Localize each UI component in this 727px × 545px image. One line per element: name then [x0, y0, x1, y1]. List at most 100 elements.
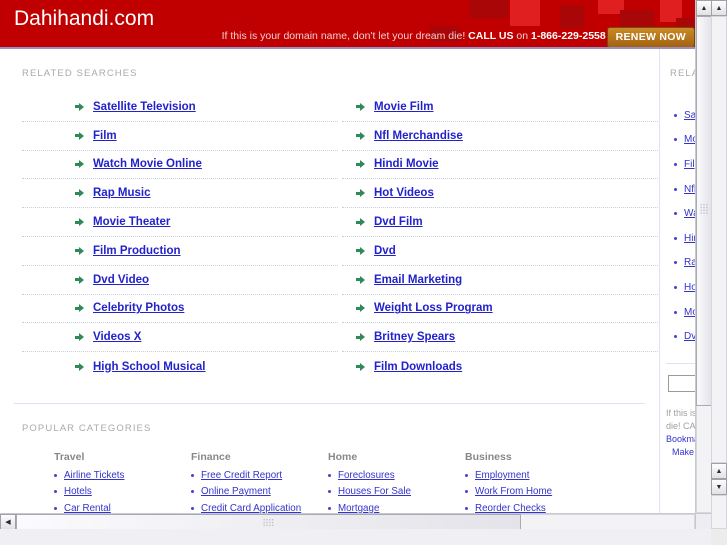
related-search-row[interactable]: Celebrity Photos	[22, 295, 338, 324]
related-search-link[interactable]: Film Production	[93, 245, 181, 257]
popular-categories-section: POPULAR CATEGORIES Travel Airline Ticket…	[14, 402, 645, 529]
related-search-link[interactable]: Satellite Television	[93, 101, 196, 113]
dot-bullet-icon	[191, 506, 194, 510]
category-item[interactable]: Free Credit Report	[191, 470, 328, 481]
related-searches-label: RELATED SEARCHES	[22, 68, 138, 79]
dot-bullet-icon	[674, 310, 677, 314]
related-search-link[interactable]: Hot Videos	[374, 187, 434, 199]
related-search-row[interactable]: Hot Videos	[342, 179, 658, 209]
related-search-row[interactable]: Film Production	[22, 237, 338, 266]
related-search-row[interactable]: Rap Music	[22, 179, 338, 209]
related-search-row[interactable]: Movie Theater	[22, 208, 338, 237]
category-link[interactable]: Free Credit Report	[201, 470, 282, 481]
related-searches-right-column: Movie Film Nfl Merchandise Hindi Movie H…	[342, 93, 658, 381]
related-search-row[interactable]: Dvd Video	[22, 266, 338, 295]
related-search-row[interactable]: Film Downloads	[342, 352, 658, 381]
page-content: Dahihandi.com If this is your domain nam…	[0, 0, 711, 529]
related-search-link[interactable]: Weight Loss Program	[374, 302, 493, 314]
related-search-link[interactable]: Film	[93, 130, 117, 142]
related-searches-grid: Satellite Television Film Watch Movie On…	[0, 79, 659, 381]
related-search-link[interactable]: Rap Music	[93, 187, 151, 199]
window-horizontal-scrollbar[interactable]	[0, 529, 727, 545]
dot-bullet-icon	[674, 138, 677, 142]
dot-bullet-icon	[465, 506, 468, 510]
related-search-link[interactable]: Movie Film	[374, 101, 433, 113]
window-scroll-down-button[interactable]: ▼	[711, 479, 727, 495]
browser-viewport: Dahihandi.com If this is your domain nam…	[0, 0, 727, 545]
category-link[interactable]: Airline Tickets	[64, 470, 124, 481]
related-search-link[interactable]: High School Musical	[93, 361, 205, 373]
related-search-link[interactable]: Britney Spears	[374, 331, 455, 343]
related-search-link[interactable]: Nfl Merchandise	[374, 130, 463, 142]
related-search-link[interactable]: Videos X	[93, 331, 141, 343]
related-search-row[interactable]: High School Musical	[22, 352, 338, 381]
related-search-row[interactable]: Nfl Merchandise	[342, 122, 658, 151]
category-link[interactable]: Work From Home	[475, 486, 552, 497]
dot-bullet-icon	[54, 473, 57, 477]
related-search-link[interactable]: Dvd	[374, 245, 396, 257]
pitch-text: If this is your domain name, don't let y…	[221, 30, 466, 42]
related-search-row[interactable]: Hindi Movie	[342, 151, 658, 180]
related-search-row[interactable]: Satellite Television	[22, 93, 338, 122]
sidebar-link[interactable]: Fil	[684, 159, 695, 170]
content-horizontal-scrollbar[interactable]: ◀ ▶	[0, 513, 711, 529]
category-link[interactable]: Foreclosures	[338, 470, 395, 481]
renew-now-button[interactable]: RENEW NOW	[606, 27, 695, 47]
scroll-left-button[interactable]: ◀	[0, 514, 16, 529]
dot-bullet-icon	[465, 473, 468, 477]
dot-bullet-icon	[54, 490, 57, 494]
category-link[interactable]: Houses For Sale	[338, 486, 411, 497]
related-search-row[interactable]: Britney Spears	[342, 323, 658, 353]
category-item[interactable]: Airline Tickets	[54, 470, 191, 481]
related-search-link[interactable]: Dvd Video	[93, 274, 149, 286]
category-item[interactable]: Online Payment	[191, 486, 328, 497]
category-item[interactable]: Foreclosures	[328, 470, 465, 481]
dot-bullet-icon	[674, 113, 677, 117]
dot-bullet-icon	[465, 490, 468, 494]
window-vertical-track-lower[interactable]	[711, 495, 727, 529]
window-scroll-up-button-2[interactable]: ▲	[711, 463, 727, 479]
related-search-link[interactable]: Dvd Film	[374, 216, 423, 228]
window-scroll-up-button[interactable]: ▲	[711, 0, 727, 16]
category-item[interactable]: Work From Home	[465, 486, 602, 497]
related-search-row[interactable]: Dvd Film	[342, 208, 658, 237]
dot-bullet-icon	[674, 261, 677, 265]
category-link[interactable]: Hotels	[64, 486, 92, 497]
window-vertical-track[interactable]	[711, 16, 727, 463]
arrow-bullet-icon	[75, 102, 84, 111]
window-horizontal-track[interactable]	[0, 529, 711, 545]
category-link[interactable]: Employment	[475, 470, 529, 481]
arrow-bullet-icon	[75, 246, 84, 255]
related-search-link[interactable]: Watch Movie Online	[93, 158, 202, 170]
related-search-row[interactable]: Videos X	[22, 323, 338, 353]
scroll-up-button[interactable]: ▲	[696, 0, 711, 16]
arrow-bullet-icon	[75, 131, 84, 140]
arrow-bullet-icon	[75, 189, 84, 198]
body-columns: RELATED SEARCHES Satellite Television Fi…	[0, 49, 711, 529]
category-item[interactable]: Houses For Sale	[328, 486, 465, 497]
content-vertical-scrollbar[interactable]: ▲ ▼	[695, 0, 711, 529]
arrow-bullet-icon	[75, 275, 84, 284]
related-search-link[interactable]: Film Downloads	[374, 361, 462, 373]
related-search-link[interactable]: Celebrity Photos	[93, 302, 184, 314]
arrow-bullet-icon	[356, 131, 365, 140]
related-search-row[interactable]: Email Marketing	[342, 266, 658, 295]
category-item[interactable]: Employment	[465, 470, 602, 481]
window-vertical-scrollbar[interactable]: ▲ ▲ ▼ ▶	[711, 0, 727, 545]
arrow-bullet-icon	[75, 218, 84, 227]
related-search-link[interactable]: Hindi Movie	[374, 158, 439, 170]
vertical-scroll-thumb[interactable]	[696, 16, 711, 406]
call-us-text: CALL US	[468, 30, 514, 42]
related-search-row[interactable]: Movie Film	[342, 93, 658, 122]
related-search-row[interactable]: Dvd	[342, 237, 658, 266]
dot-bullet-icon	[674, 162, 677, 166]
horizontal-scroll-thumb[interactable]	[16, 514, 521, 529]
related-search-row[interactable]: Film	[22, 122, 338, 151]
related-search-link[interactable]: Email Marketing	[374, 274, 462, 286]
category-item[interactable]: Hotels	[54, 486, 191, 497]
related-search-row[interactable]: Weight Loss Program	[342, 295, 658, 324]
related-search-link[interactable]: Movie Theater	[93, 216, 170, 228]
related-searches-left-column: Satellite Television Film Watch Movie On…	[22, 93, 338, 381]
related-search-row[interactable]: Watch Movie Online	[22, 151, 338, 180]
category-link[interactable]: Online Payment	[201, 486, 271, 497]
